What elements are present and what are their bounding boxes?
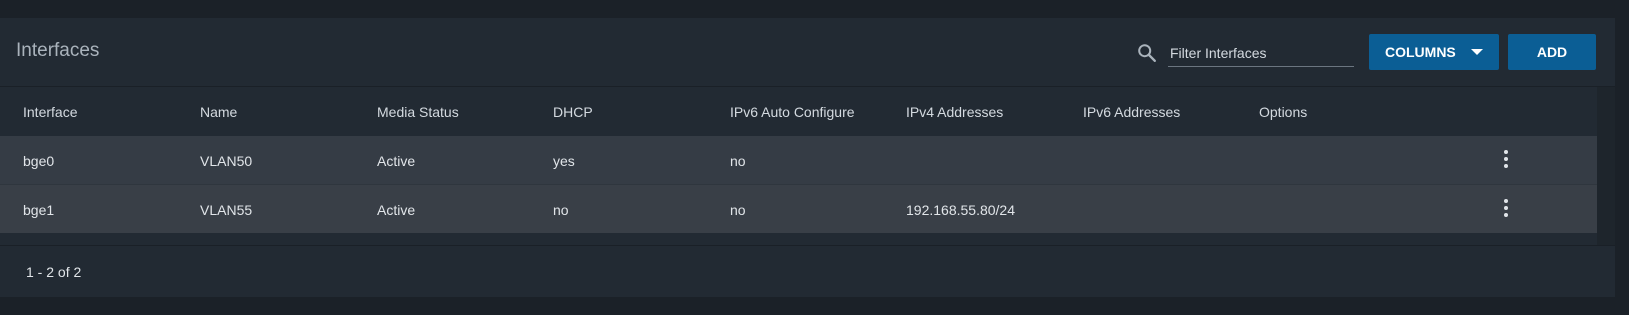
cell-name: VLAN55: [200, 202, 253, 218]
scrollbar-track[interactable]: [1597, 87, 1615, 253]
page-title: Interfaces: [16, 40, 100, 61]
table-row[interactable]: bge1 VLAN55 Active no no 192.168.55.80/2…: [0, 185, 1597, 233]
cell-interface: bge0: [23, 153, 55, 169]
cell-ipv6-auto-configure: no: [730, 153, 746, 169]
column-header-name[interactable]: Name: [200, 104, 237, 120]
cell-ipv6-auto-configure: no: [730, 202, 746, 218]
column-header-ipv4-addresses[interactable]: IPv4 Addresses: [906, 104, 1003, 120]
filter-interfaces-input[interactable]: [1168, 40, 1354, 67]
cell-dhcp: yes: [553, 153, 575, 169]
table-header: Interface Name Media Status DHCP IPv6 Au…: [0, 87, 1597, 135]
columns-button-label: COLUMNS: [1385, 44, 1456, 60]
column-header-media-status[interactable]: Media Status: [377, 104, 459, 120]
columns-button[interactable]: COLUMNS: [1369, 34, 1499, 70]
table-row[interactable]: bge0 VLAN50 Active yes no: [0, 136, 1597, 184]
column-header-interface[interactable]: Interface: [23, 104, 77, 120]
cell-name: VLAN50: [200, 153, 253, 169]
cell-media-status: Active: [377, 202, 416, 218]
pagination-summary: 1 - 2 of 2: [26, 264, 82, 280]
more-vertical-icon[interactable]: [1500, 199, 1512, 219]
table-footer: 1 - 2 of 2: [0, 245, 1615, 297]
column-header-options: Options: [1259, 104, 1308, 120]
cell-ipv4-addresses: 192.168.55.80/24: [906, 202, 1015, 218]
column-header-ipv6-addresses[interactable]: IPv6 Addresses: [1083, 104, 1180, 120]
column-header-dhcp[interactable]: DHCP: [553, 104, 593, 120]
search-icon: [1138, 44, 1156, 62]
interfaces-card: Interfaces COLUMNS ADD Interface Name Me…: [0, 18, 1615, 297]
add-button[interactable]: ADD: [1508, 34, 1596, 70]
add-button-label: ADD: [1536, 44, 1568, 60]
cell-media-status: Active: [377, 153, 416, 169]
more-vertical-icon[interactable]: [1500, 150, 1512, 170]
column-header-ipv6-auto-configure[interactable]: IPv6 Auto Configure: [730, 104, 855, 120]
caret-down-icon: [1471, 49, 1483, 55]
cell-dhcp: no: [553, 202, 569, 218]
card-header: Interfaces COLUMNS ADD: [0, 18, 1615, 87]
cell-interface: bge1: [23, 202, 55, 218]
